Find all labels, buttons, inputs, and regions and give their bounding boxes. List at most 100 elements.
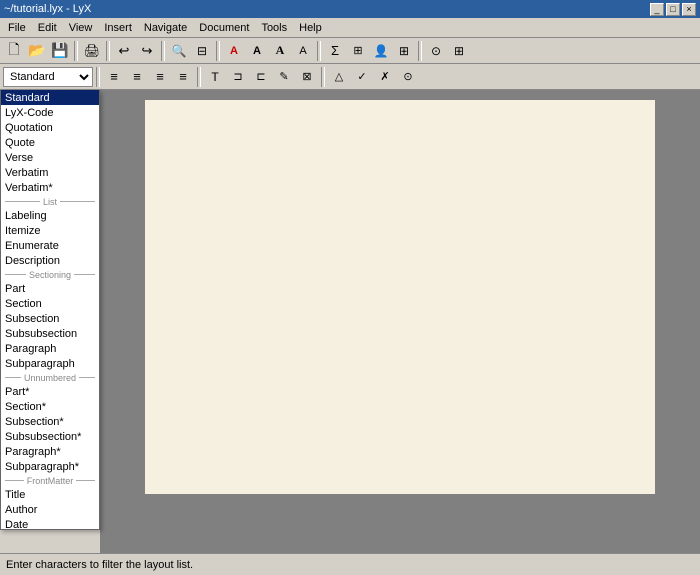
menu-view[interactable]: View bbox=[63, 20, 99, 36]
close-button[interactable]: × bbox=[682, 3, 696, 16]
menu-navigate[interactable]: Navigate bbox=[138, 20, 193, 36]
layout-item-part[interactable]: Part bbox=[1, 281, 99, 296]
text-edit-icon: T bbox=[211, 70, 218, 84]
toolbar-1: 🗋 📂 💾 🖨 ↩ ↪ 🔍 ⊟ A A A A Σ ⊞ 👤 ⊞ ⊙ ⊞ bbox=[0, 38, 700, 64]
minimize-button[interactable]: _ bbox=[650, 3, 664, 16]
note-button[interactable]: ✎ bbox=[273, 66, 295, 87]
layout-item-paragraph[interactable]: Paragraph bbox=[1, 341, 99, 356]
separator-1 bbox=[74, 41, 78, 61]
figure-icon: 👤 bbox=[374, 44, 389, 58]
clock-button[interactable]: ⊙ bbox=[425, 40, 447, 61]
text-edit-button[interactable]: T bbox=[204, 66, 226, 87]
layout-item-subsection[interactable]: Subsection bbox=[1, 311, 99, 326]
status-bar: Enter characters to filter the layout li… bbox=[0, 553, 700, 575]
separator-t2-2 bbox=[197, 67, 201, 87]
menu-bar: File Edit View Insert Navigate Document … bbox=[0, 18, 700, 38]
layout-item-subsection-star[interactable]: Subsection* bbox=[1, 414, 99, 429]
indent-button[interactable]: ⊐ bbox=[227, 66, 249, 87]
search-button[interactable]: 🔍 bbox=[168, 40, 190, 61]
figure-button[interactable]: 👤 bbox=[370, 40, 392, 61]
accept-button[interactable]: ✓ bbox=[351, 66, 373, 87]
menu-help[interactable]: Help bbox=[293, 20, 328, 36]
branch-button[interactable]: ⊠ bbox=[296, 66, 318, 87]
indent-icon: ⊐ bbox=[233, 70, 242, 83]
menu-edit[interactable]: Edit bbox=[32, 20, 63, 36]
layout-item-verbatim[interactable]: Verbatim bbox=[1, 165, 99, 180]
font-size-icon: A bbox=[299, 45, 306, 57]
layout-item-enumerate[interactable]: Enumerate bbox=[1, 238, 99, 253]
layout-item-section-star[interactable]: Section* bbox=[1, 399, 99, 414]
replace-button[interactable]: ⊟ bbox=[191, 40, 213, 61]
separator-2 bbox=[106, 41, 110, 61]
font-size-button[interactable]: A bbox=[292, 40, 314, 61]
separator-unnumbered: Unnumbered bbox=[1, 371, 99, 384]
maximize-button[interactable]: □ bbox=[666, 3, 680, 16]
layout-selector[interactable]: Standard bbox=[3, 67, 93, 87]
layout-item-verse[interactable]: Verse bbox=[1, 150, 99, 165]
layout-item-labeling[interactable]: Labeling bbox=[1, 208, 99, 223]
bold-button[interactable]: A bbox=[269, 40, 291, 61]
table-button[interactable]: ⊞ bbox=[393, 40, 415, 61]
layout-item-subsubsection-star[interactable]: Subsubsection* bbox=[1, 429, 99, 444]
layout-item-subparagraph-star[interactable]: Subparagraph* bbox=[1, 459, 99, 474]
separator-frontmatter: FrontMatter bbox=[1, 474, 99, 487]
layout-item-quotation[interactable]: Quotation bbox=[1, 120, 99, 135]
track-changes-button[interactable]: △ bbox=[328, 66, 350, 87]
layout-item-author[interactable]: Author bbox=[1, 502, 99, 517]
layout-item-description[interactable]: Description bbox=[1, 253, 99, 268]
open-button[interactable]: 📂 bbox=[26, 40, 48, 61]
separator-list: List bbox=[1, 195, 99, 208]
align-center-button[interactable]: ≡ bbox=[126, 66, 148, 87]
save-icon: 💾 bbox=[51, 42, 68, 59]
separator-3 bbox=[161, 41, 165, 61]
separator-t2-1 bbox=[96, 67, 100, 87]
print-button[interactable]: 🖨 bbox=[81, 40, 103, 61]
grid-button[interactable]: ⊞ bbox=[448, 40, 470, 61]
layout-item-date[interactable]: Date bbox=[1, 517, 99, 530]
undo-button[interactable]: ↩ bbox=[113, 40, 135, 61]
layout-item-subparagraph[interactable]: Subparagraph bbox=[1, 356, 99, 371]
matrix-button[interactable]: ⊞ bbox=[347, 40, 369, 61]
layout-item-title[interactable]: Title bbox=[1, 487, 99, 502]
separator-sectioning: Sectioning bbox=[1, 268, 99, 281]
save-button[interactable]: 💾 bbox=[49, 40, 71, 61]
note-icon: ✎ bbox=[279, 70, 288, 83]
redo-button[interactable]: ↪ bbox=[136, 40, 158, 61]
layout-item-paragraph-star[interactable]: Paragraph* bbox=[1, 444, 99, 459]
outdent-button[interactable]: ⊏ bbox=[250, 66, 272, 87]
align-left-button[interactable]: ≡ bbox=[103, 66, 125, 87]
layout-item-subsubsection[interactable]: Subsubsection bbox=[1, 326, 99, 341]
main-area: Standard LyX-Code Quotation Quote Verse … bbox=[0, 90, 700, 553]
print-icon: 🖨 bbox=[84, 43, 101, 59]
menu-tools[interactable]: Tools bbox=[255, 20, 293, 36]
bold-icon: A bbox=[276, 43, 285, 58]
title-bar: ~/tutorial.lyx - LyX _ □ × bbox=[0, 0, 700, 18]
layout-item-itemize[interactable]: Itemize bbox=[1, 223, 99, 238]
grid-icon: ⊞ bbox=[454, 44, 464, 58]
align-right-button[interactable]: ≡ bbox=[149, 66, 171, 87]
layout-item-part-star[interactable]: Part* bbox=[1, 384, 99, 399]
align-center-icon: ≡ bbox=[133, 69, 141, 84]
layout-item-section[interactable]: Section bbox=[1, 296, 99, 311]
justify-icon: ≡ bbox=[179, 69, 187, 84]
redo-icon: ↪ bbox=[142, 43, 153, 59]
new-button[interactable]: 🗋 bbox=[3, 40, 25, 61]
record-button[interactable]: ⊙ bbox=[397, 66, 419, 87]
reject-button[interactable]: ✗ bbox=[374, 66, 396, 87]
title-text: ~/tutorial.lyx - LyX bbox=[4, 3, 91, 15]
menu-insert[interactable]: Insert bbox=[98, 20, 138, 36]
separator-4 bbox=[216, 41, 220, 61]
spellcheck-button[interactable]: A bbox=[223, 40, 245, 61]
thesaurus-button[interactable]: A bbox=[246, 40, 268, 61]
track-changes-icon: △ bbox=[335, 70, 343, 83]
menu-file[interactable]: File bbox=[2, 20, 32, 36]
align-left-icon: ≡ bbox=[110, 69, 118, 84]
layout-item-lyxcode[interactable]: LyX-Code bbox=[1, 105, 99, 120]
justify-button[interactable]: ≡ bbox=[172, 66, 194, 87]
layout-item-quote[interactable]: Quote bbox=[1, 135, 99, 150]
math-button[interactable]: Σ bbox=[324, 40, 346, 61]
menu-document[interactable]: Document bbox=[193, 20, 255, 36]
math-icon: Σ bbox=[331, 43, 339, 58]
layout-item-verbatim-star[interactable]: Verbatim* bbox=[1, 180, 99, 195]
layout-item-standard[interactable]: Standard bbox=[1, 90, 99, 105]
